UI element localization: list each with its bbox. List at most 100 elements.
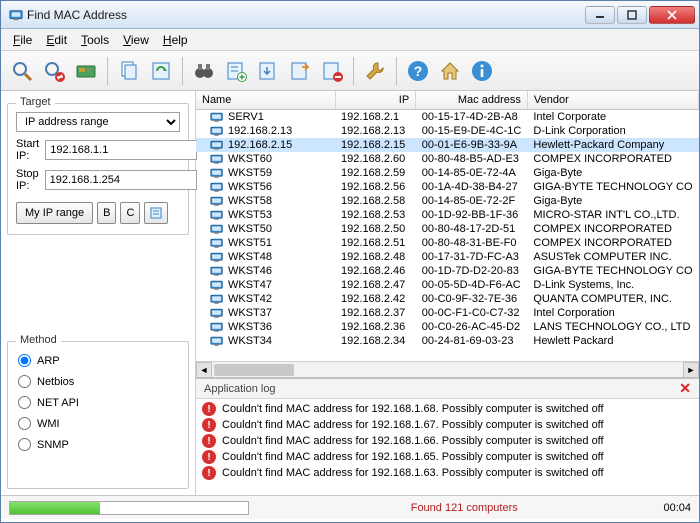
menu-view[interactable]: View [117, 31, 155, 49]
table-row[interactable]: WKST48192.168.2.4800-17-31-7D-FC-A3ASUST… [196, 250, 699, 264]
refresh-button[interactable] [146, 56, 176, 86]
menu-file[interactable]: File [7, 31, 38, 49]
table-row[interactable]: WKST36192.168.2.3600-C0-26-AC-45-D2LANS … [196, 320, 699, 334]
progress-bar [9, 501, 249, 515]
cell-mac: 00-80-48-31-BE-F0 [416, 236, 528, 250]
cell-vendor: COMPEX INCORPORATED [527, 236, 698, 250]
menu-edit[interactable]: Edit [40, 31, 73, 49]
table-row[interactable]: 192.168.2.13192.168.2.1300-15-E9-DE-4C-1… [196, 124, 699, 138]
menu-help[interactable]: Help [157, 31, 194, 49]
method-radio-net-api[interactable]: NET API [18, 396, 178, 409]
export-icon [288, 59, 312, 83]
about-button[interactable] [467, 56, 497, 86]
log-entry: !Couldn't find MAC address for 192.168.1… [200, 417, 695, 433]
find-button[interactable] [189, 56, 219, 86]
list-icon [150, 207, 162, 219]
statusbar: Found 121 computers 00:04 [1, 495, 699, 519]
col-name[interactable]: Name [196, 91, 335, 110]
table-row[interactable]: WKST59192.168.2.5900-14-85-0E-72-4AGiga-… [196, 166, 699, 180]
refresh-icon [149, 59, 173, 83]
sidebar: Target IP address range Start IP: Stop I… [1, 91, 195, 495]
new-list-button[interactable] [221, 56, 251, 86]
col-vendor[interactable]: Vendor [527, 91, 698, 110]
class-b-button[interactable]: B [97, 202, 116, 224]
search-button[interactable] [7, 56, 37, 86]
cell-name: WKST59 [196, 166, 335, 180]
log-close-button[interactable]: ✕ [679, 380, 691, 397]
table-row[interactable]: SERV1192.168.2.100-15-17-4D-2B-A8Intel C… [196, 110, 699, 125]
error-icon: ! [202, 450, 216, 464]
copy-button[interactable] [114, 56, 144, 86]
my-ip-range-button[interactable]: My IP range [16, 202, 93, 224]
scroll-thumb[interactable] [214, 364, 294, 376]
cell-name: WKST53 [196, 208, 335, 222]
results-table[interactable]: Name IP Mac address Vendor SERV1192.168.… [196, 91, 699, 348]
cell-ip: 192.168.2.50 [335, 222, 416, 236]
minimize-button[interactable] [585, 6, 615, 24]
scroll-left-arrow[interactable]: ◄ [196, 362, 212, 378]
titlebar: Find MAC Address [1, 1, 699, 29]
log-body[interactable]: !Couldn't find MAC address for 192.168.1… [196, 399, 699, 495]
menu-tools[interactable]: Tools [75, 31, 115, 49]
table-row[interactable]: WKST60192.168.2.6000-80-48-B5-AD-E3COMPE… [196, 152, 699, 166]
method-radio-netbios[interactable]: Netbios [18, 375, 178, 388]
col-ip[interactable]: IP [335, 91, 416, 110]
start-ip-input[interactable] [45, 140, 197, 160]
table-row[interactable]: WKST37192.168.2.3700-0C-F1-C0-C7-32Intel… [196, 306, 699, 320]
class-c-button[interactable]: C [120, 202, 140, 224]
stop-search-button[interactable] [39, 56, 69, 86]
export-button[interactable] [285, 56, 315, 86]
table-row[interactable]: 192.168.2.15192.168.2.1500-01-E6-9B-33-9… [196, 138, 699, 152]
stop-ip-input[interactable] [45, 170, 197, 190]
table-row[interactable]: WKST34192.168.2.3400-24-81-69-03-23Hewle… [196, 334, 699, 348]
cell-mac: 00-80-48-17-2D-51 [416, 222, 528, 236]
nic-button[interactable] [71, 56, 101, 86]
method-radio-wmi[interactable]: WMI [18, 417, 178, 430]
target-mode-select[interactable]: IP address range [16, 112, 180, 132]
cell-ip: 192.168.2.42 [335, 292, 416, 306]
cell-vendor: Hewlett Packard [527, 334, 698, 348]
table-row[interactable]: WKST42192.168.2.4200-C0-9F-32-7E-36QUANT… [196, 292, 699, 306]
error-icon: ! [202, 418, 216, 432]
method-radio-snmp[interactable]: SNMP [18, 438, 178, 451]
cell-mac: 00-01-E6-9B-33-9A [416, 138, 528, 152]
table-row[interactable]: WKST47192.168.2.4700-05-5D-4D-F6-ACD-Lin… [196, 278, 699, 292]
table-row[interactable]: WKST58192.168.2.5800-14-85-0E-72-2FGiga-… [196, 194, 699, 208]
cell-mac: 00-0C-F1-C0-C7-32 [416, 306, 528, 320]
copy-icon [117, 59, 141, 83]
cell-name: WKST50 [196, 222, 335, 236]
delete-button[interactable] [317, 56, 347, 86]
cell-ip: 192.168.2.15 [335, 138, 416, 152]
horizontal-scrollbar[interactable]: ◄ ► [196, 361, 699, 377]
target-list-button[interactable] [144, 202, 168, 224]
method-radio-arp[interactable]: ARP [18, 354, 178, 367]
cell-ip: 192.168.2.60 [335, 152, 416, 166]
home-icon [438, 59, 462, 83]
close-button[interactable] [649, 6, 695, 24]
maximize-button[interactable] [617, 6, 647, 24]
settings-button[interactable] [360, 56, 390, 86]
cell-name: 192.168.2.15 [196, 138, 335, 152]
help-button[interactable]: ? [403, 56, 433, 86]
cell-vendor: D-Link Systems, Inc. [527, 278, 698, 292]
cell-ip: 192.168.2.46 [335, 264, 416, 278]
binoculars-icon [192, 59, 216, 83]
save-list-button[interactable] [253, 56, 283, 86]
table-row[interactable]: WKST46192.168.2.4600-1D-7D-D2-20-83GIGA-… [196, 264, 699, 278]
scroll-right-arrow[interactable]: ► [683, 362, 699, 378]
table-row[interactable]: WKST53192.168.2.5300-1D-92-BB-1F-36MICRO… [196, 208, 699, 222]
col-mac[interactable]: Mac address [416, 91, 528, 110]
cell-name: 192.168.2.13 [196, 124, 335, 138]
cell-ip: 192.168.2.53 [335, 208, 416, 222]
table-row[interactable]: WKST50192.168.2.5000-80-48-17-2D-51COMPE… [196, 222, 699, 236]
table-row[interactable]: WKST56192.168.2.5600-1A-4D-38-B4-27GIGA-… [196, 180, 699, 194]
cell-vendor: Giga-Byte [527, 194, 698, 208]
start-ip-label: Start IP: [16, 138, 39, 162]
info-icon [470, 59, 494, 83]
home-button[interactable] [435, 56, 465, 86]
cell-vendor: Giga-Byte [527, 166, 698, 180]
cell-ip: 192.168.2.59 [335, 166, 416, 180]
cell-ip: 192.168.2.58 [335, 194, 416, 208]
table-row[interactable]: WKST51192.168.2.5100-80-48-31-BE-F0COMPE… [196, 236, 699, 250]
cell-name: WKST48 [196, 250, 335, 264]
